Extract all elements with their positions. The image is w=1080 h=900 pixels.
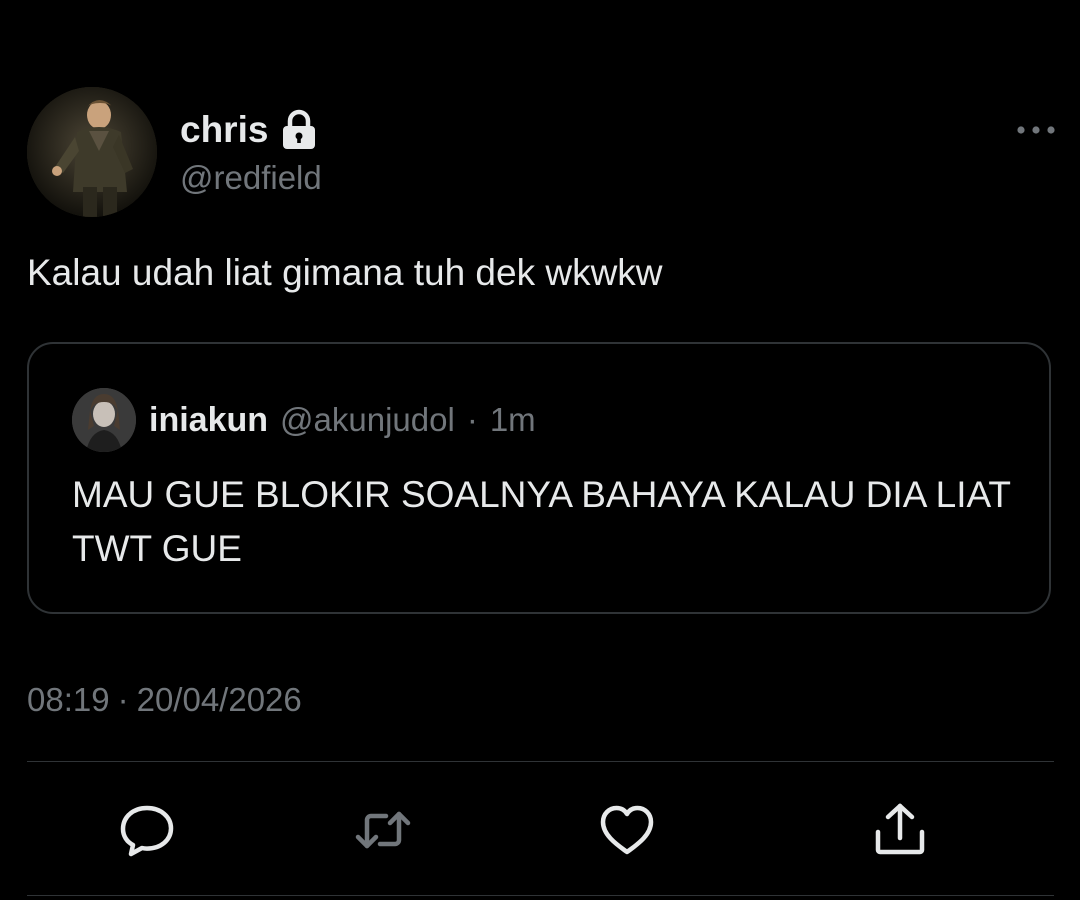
reply-icon [120, 805, 174, 857]
quoted-avatar-image [72, 388, 136, 452]
quoted-handle[interactable]: @akunjudol [280, 400, 455, 440]
quoted-separator: · [466, 401, 478, 438]
share-icon [875, 803, 925, 855]
bottom-divider [27, 895, 1054, 896]
retweet-button[interactable] [353, 800, 413, 860]
tweet-date: 20/04/2026 [136, 681, 302, 718]
lock-icon [280, 109, 318, 151]
retweet-icon [355, 811, 411, 849]
quoted-display-name[interactable]: iniakun [149, 400, 268, 440]
author-handle[interactable]: @redfield [180, 158, 322, 198]
author-display-name[interactable]: chris [180, 108, 268, 152]
quoted-tweet-header: iniakun @akunjudol · 1m [149, 400, 536, 440]
action-bar [0, 800, 1080, 860]
author-name-row[interactable]: chris [180, 108, 318, 152]
quoted-tweet-card[interactable]: iniakun @akunjudol · 1m MAU GUE BLOKIR S… [27, 342, 1051, 614]
quoted-time[interactable]: 1m [490, 400, 536, 440]
like-icon [600, 805, 654, 855]
timestamp-separator: · [117, 681, 129, 718]
share-button[interactable] [870, 800, 930, 860]
reply-button[interactable] [117, 800, 177, 860]
tweet-time: 08:19 [27, 681, 110, 718]
quoted-tweet-text: MAU GUE BLOKIR SOALNYA BAHAYA KALAU DIA … [72, 474, 1011, 569]
like-button[interactable] [597, 800, 657, 860]
tweet-text: Kalau udah liat gimana tuh dek wkwkw [27, 252, 663, 293]
author-avatar[interactable] [27, 87, 157, 217]
quoted-author-avatar [72, 388, 136, 452]
avatar-image [27, 87, 157, 217]
divider [27, 761, 1054, 762]
tweet-timestamp[interactable]: 08:19 · 20/04/2026 [27, 680, 302, 720]
more-horizontal-icon[interactable] [1014, 122, 1058, 138]
